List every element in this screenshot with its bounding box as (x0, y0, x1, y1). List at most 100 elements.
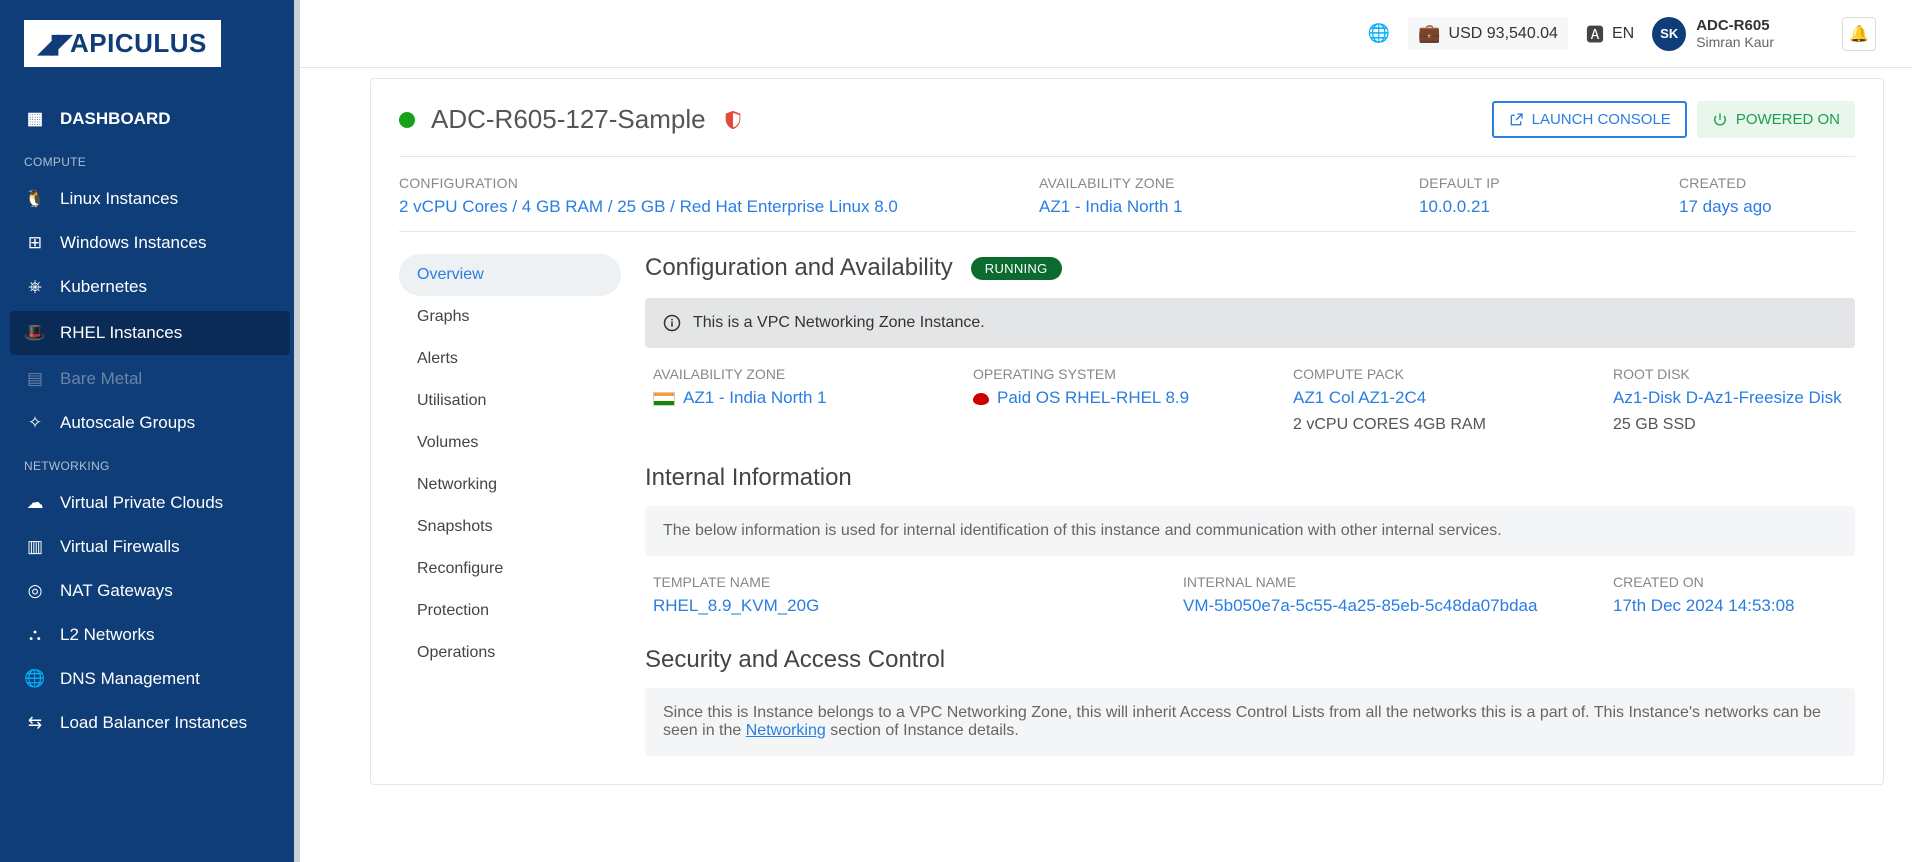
sidebar-item-label: RHEL Instances (60, 323, 182, 343)
running-status-badge: RUNNING (971, 257, 1062, 280)
user-name: Simran Kaur (1696, 34, 1774, 50)
sidebar-item-label: Kubernetes (60, 277, 147, 297)
instance-name: ADC-R605-127-Sample (431, 104, 706, 135)
sidebar-item-label: DNS Management (60, 669, 200, 689)
language-value: EN (1612, 25, 1634, 43)
compute-pack-sub: 2 vCPU CORES 4GB RAM (1293, 416, 1593, 434)
configuration-link[interactable]: 2 vCPU Cores / 4 GB RAM / 25 GB / Red Ha… (399, 197, 1039, 217)
globe-icon: 🌐 (24, 669, 46, 689)
sidebar-item-load-balancer[interactable]: ⇆ Load Balancer Instances (0, 701, 300, 745)
brand-logo[interactable]: APICULUS (24, 20, 221, 67)
root-disk-value[interactable]: Az1-Disk D-Az1-Freesize Disk (1613, 388, 1847, 408)
button-label: LAUNCH CONSOLE (1532, 111, 1671, 128)
dashboard-icon: ▦ (24, 109, 46, 129)
network-icon: ⛬ (24, 625, 46, 645)
summary-label: CONFIGURATION (399, 175, 1039, 191)
created-link[interactable]: 17 days ago (1679, 197, 1855, 217)
sidebar-item-kubernetes[interactable]: ⎈ Kubernetes (0, 265, 300, 309)
sidebar-item-label: Bare Metal (60, 369, 142, 389)
cloud-icon: ☁ (24, 493, 46, 513)
sidebar-item-virtual-firewalls[interactable]: ▥ Virtual Firewalls (0, 525, 300, 569)
tab-networking[interactable]: Networking (399, 464, 621, 506)
summary-strip: CONFIGURATION 2 vCPU Cores / 4 GB RAM / … (399, 157, 1855, 232)
sidebar-item-vpc[interactable]: ☁ Virtual Private Clouds (0, 481, 300, 525)
tab-protection[interactable]: Protection (399, 590, 621, 632)
translate-icon: 🅰 (1586, 21, 1604, 47)
sidebar-item-label: Virtual Firewalls (60, 537, 180, 557)
status-dot-icon (399, 112, 415, 128)
field-label: AVAILABILITY ZONE (653, 366, 953, 382)
rhel-icon: 🎩 (24, 323, 46, 343)
default-ip-link[interactable]: 10.0.0.21 (1419, 197, 1679, 217)
india-flag-icon (653, 392, 675, 406)
availability-zone-link[interactable]: AZ1 - India North 1 (1039, 197, 1419, 217)
sidebar-item-label: NAT Gateways (60, 581, 173, 601)
field-label: CREATED ON (1613, 574, 1847, 590)
sidebar-item-label: Windows Instances (60, 233, 206, 253)
bell-icon: 🔔 (1849, 24, 1869, 44)
sidebar-item-label: DASHBOARD (60, 109, 171, 129)
sidebar-item-label: Autoscale Groups (60, 413, 195, 433)
field-label: OPERATING SYSTEM (973, 366, 1273, 382)
section-title: Security and Access Control (645, 646, 1855, 674)
summary-label: CREATED (1679, 175, 1855, 191)
user-menu[interactable]: SK ADC-R605 Simran Kaur (1652, 17, 1774, 51)
tab-operations[interactable]: Operations (399, 632, 621, 674)
sidebar-item-label: Linux Instances (60, 189, 178, 209)
topbar: 🌐 💼 USD 93,540.04 🅰 EN SK ADC-R605 Simra… (300, 0, 1912, 68)
section-title: Configuration and Availability (645, 254, 953, 282)
baremetal-icon: ▤ (24, 369, 46, 389)
tabs: Overview Graphs Alerts Utilisation Volum… (399, 254, 621, 756)
language-switcher[interactable]: 🅰 EN (1586, 21, 1634, 47)
instance-card: ADC-R605-127-Sample LAUNCH CONSOLE (370, 78, 1884, 785)
notifications-button[interactable]: 🔔 (1842, 17, 1876, 51)
nat-icon: ◎ (24, 581, 46, 601)
balance-chip[interactable]: 💼 USD 93,540.04 (1408, 17, 1568, 50)
sidebar-item-l2[interactable]: ⛬ L2 Networks (0, 613, 300, 657)
os-value[interactable]: Paid OS RHEL-RHEL 8.9 (973, 388, 1273, 408)
field-label: TEMPLATE NAME (653, 574, 1163, 590)
sidebar-item-baremetal[interactable]: ▤ Bare Metal (0, 357, 300, 401)
balance-value: USD 93,540.04 (1449, 25, 1558, 43)
vpc-notice: This is a VPC Networking Zone Instance. (645, 298, 1855, 348)
loadbalancer-icon: ⇆ (24, 713, 46, 733)
tab-snapshots[interactable]: Snapshots (399, 506, 621, 548)
sidebar-item-dashboard[interactable]: ▦ DASHBOARD (0, 97, 300, 141)
tab-utilisation[interactable]: Utilisation (399, 380, 621, 422)
tab-reconfigure[interactable]: Reconfigure (399, 548, 621, 590)
wallet-icon: 💼 (1418, 23, 1440, 44)
info-icon (663, 314, 681, 332)
created-on-value[interactable]: 17th Dec 2024 14:53:08 (1613, 596, 1847, 616)
tab-volumes[interactable]: Volumes (399, 422, 621, 464)
power-state-button[interactable]: POWERED ON (1697, 101, 1855, 138)
security-desc: Since this is Instance belongs to a VPC … (645, 688, 1855, 756)
linux-icon: 🐧 (24, 189, 46, 209)
networking-link[interactable]: Networking (746, 722, 826, 739)
launch-console-button[interactable]: LAUNCH CONSOLE (1492, 101, 1687, 138)
sidebar-item-autoscale[interactable]: ✧ Autoscale Groups (0, 401, 300, 445)
summary-label: DEFAULT IP (1419, 175, 1679, 191)
sidebar-item-windows[interactable]: ⊞ Windows Instances (0, 221, 300, 265)
sidebar: APICULUS ▦ DASHBOARD COMPUTE 🐧 Linux Ins… (0, 0, 300, 862)
account-id: ADC-R605 (1696, 17, 1774, 34)
sidebar-section-compute: COMPUTE (0, 141, 300, 177)
tab-alerts[interactable]: Alerts (399, 338, 621, 380)
sidebar-item-label: Virtual Private Clouds (60, 493, 223, 513)
compute-pack-value[interactable]: AZ1 Col AZ1-2C4 (1293, 388, 1593, 408)
availability-zone-value[interactable]: AZ1 - India North 1 (653, 388, 953, 408)
tab-graphs[interactable]: Graphs (399, 296, 621, 338)
avatar: SK (1652, 17, 1686, 51)
autoscale-icon: ✧ (24, 413, 46, 433)
sidebar-section-networking: NETWORKING (0, 445, 300, 481)
firewall-icon: ▥ (24, 537, 46, 557)
notice-text: This is a VPC Networking Zone Instance. (693, 314, 985, 332)
globe-icon[interactable]: 🌐 (1368, 23, 1390, 44)
sidebar-item-dns[interactable]: 🌐 DNS Management (0, 657, 300, 701)
template-name-value[interactable]: RHEL_8.9_KVM_20G (653, 596, 1163, 616)
internal-name-value[interactable]: VM-5b050e7a-5c55-4a25-85eb-5c48da07bdaa (1183, 596, 1593, 616)
sidebar-item-linux[interactable]: 🐧 Linux Instances (0, 177, 300, 221)
sidebar-item-rhel[interactable]: 🎩 RHEL Instances (10, 311, 290, 355)
tab-overview[interactable]: Overview (399, 254, 621, 296)
external-link-icon (1508, 112, 1524, 128)
sidebar-item-nat[interactable]: ◎ NAT Gateways (0, 569, 300, 613)
